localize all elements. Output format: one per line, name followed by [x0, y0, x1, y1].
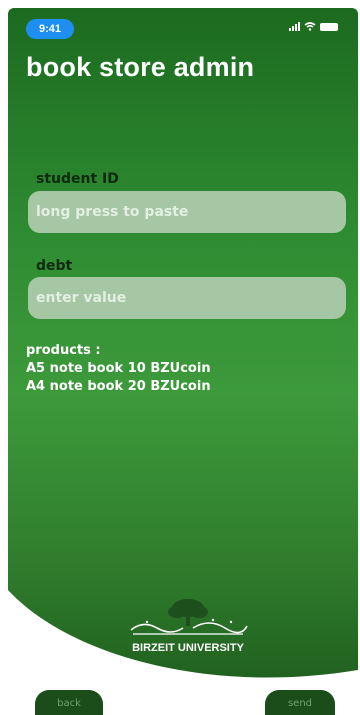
page-title: book store admin: [26, 52, 255, 82]
products-list: products : A5 note book 10 BZUcoin A4 no…: [26, 342, 211, 396]
back-button[interactable]: back: [35, 690, 103, 715]
product-item-a4: A4 note book 20 BZUcoin: [26, 379, 211, 394]
status-time: 9:41: [26, 19, 74, 39]
student-id-label: student ID: [36, 171, 119, 187]
product-item-a5: A5 note book 10 BZUcoin: [26, 361, 211, 376]
status-icons: [289, 22, 338, 31]
app-screen: 9:41 book store admin student ID debt pr…: [8, 0, 358, 715]
student-id-input[interactable]: [28, 191, 346, 233]
university-logo: BIRZEIT UNIVERSITY: [113, 598, 263, 660]
logo-wordmark: BIRZEIT UNIVERSITY: [132, 642, 244, 654]
wifi-icon: [304, 22, 316, 31]
signal-icon: [289, 22, 300, 31]
tree-icon: [130, 599, 248, 635]
status-bar: 9:41: [8, 8, 358, 39]
battery-icon: [320, 22, 338, 31]
debt-input[interactable]: [28, 277, 346, 319]
send-button[interactable]: send: [265, 690, 335, 715]
products-heading: products :: [26, 343, 101, 358]
debt-label: debt: [36, 258, 73, 274]
